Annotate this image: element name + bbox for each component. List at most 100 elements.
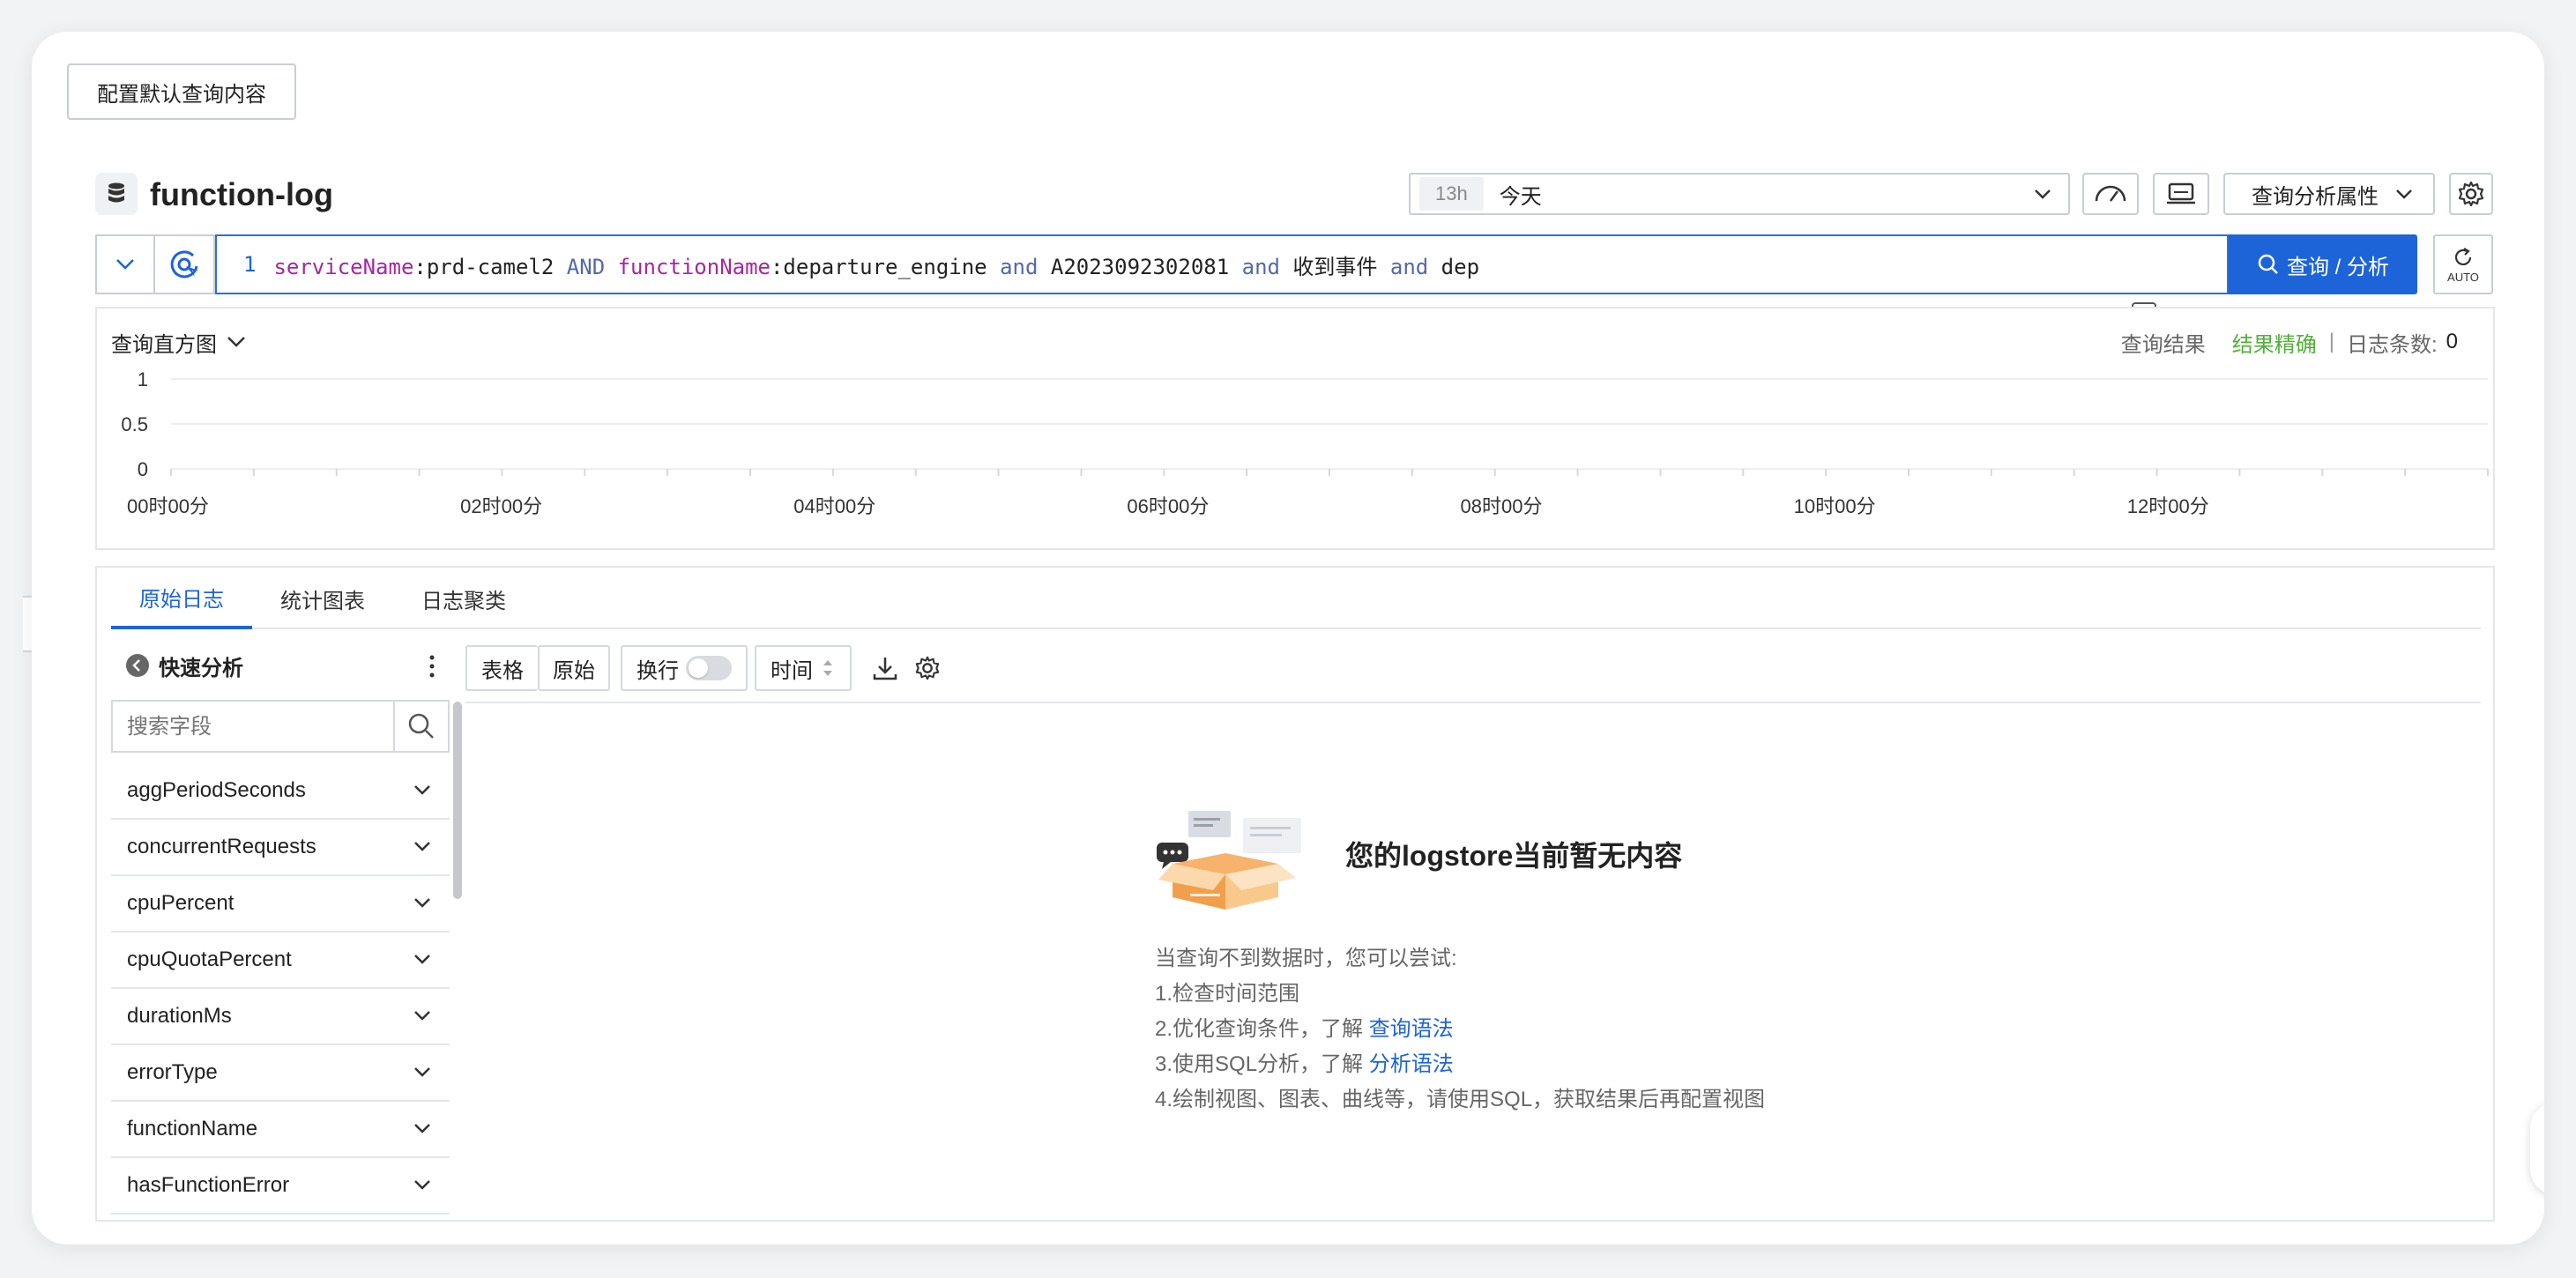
status-divider: | xyxy=(2328,330,2334,353)
download-button[interactable] xyxy=(869,652,901,684)
chevron-down-icon xyxy=(413,1008,432,1022)
search-icon xyxy=(2257,253,2280,276)
quick-analysis-header[interactable]: 快速分析 xyxy=(125,649,243,682)
query-token: and xyxy=(1000,254,1051,279)
chevron-down-icon xyxy=(226,335,247,349)
field-list-item[interactable]: cpuQuotaPercent xyxy=(111,932,450,989)
search-analyze-label: 查询 / 分析 xyxy=(2286,255,2389,279)
field-list-item[interactable]: hasFunctionError xyxy=(111,1158,450,1215)
chevron-down-icon xyxy=(413,1065,432,1079)
chevron-down-icon xyxy=(2033,187,2052,201)
tab-bar: 原始日志 统计图表 日志聚类 xyxy=(111,568,2481,629)
line-wrap-toggle[interactable]: 换行 xyxy=(621,645,748,691)
query-syntax-link[interactable]: 查询语法 xyxy=(1369,1017,1454,1041)
status-label: 查询结果 xyxy=(2120,332,2206,357)
empty-state-tips: 当查询不到数据时，您可以尝试: 1.检查时间范围 2.优化查询条件，了解 查询语… xyxy=(1155,941,1948,1118)
chevron-down-icon xyxy=(115,257,136,271)
floating-assistant-button[interactable] xyxy=(2530,1102,2544,1195)
empty-box-illustration-icon xyxy=(1155,809,1305,911)
time-sort-button[interactable]: 时间 xyxy=(755,645,852,691)
histogram-status: 查询结果 结果精确 | 日志条数: 0 xyxy=(2121,326,2458,358)
query-token: serviceName xyxy=(273,254,414,279)
query-line-number: 1 xyxy=(243,252,257,277)
field-search-button[interactable] xyxy=(393,702,448,751)
field-name: aggPeriodSeconds xyxy=(127,778,306,802)
query-history-toggle[interactable] xyxy=(95,234,153,294)
tip-intro: 当查询不到数据时，您可以尝试: xyxy=(1155,947,1457,970)
view-table-button[interactable]: 表格 xyxy=(465,645,538,691)
logstore-icon xyxy=(95,173,138,215)
chevron-down-icon xyxy=(413,952,432,966)
time-range-label: 今天 xyxy=(1499,184,1542,209)
field-list-item[interactable]: aggPeriodSeconds xyxy=(111,763,450,820)
x-tick-label: 02时00分 xyxy=(460,495,542,517)
log-settings-button[interactable] xyxy=(912,652,943,684)
field-list-item[interactable]: concurrentRequests xyxy=(111,820,450,876)
query-text: serviceName:prd-camel2 AND functionName:… xyxy=(273,249,1479,280)
query-token: :prd-camel2 xyxy=(413,254,567,279)
config-default-query-button[interactable]: 配置默认查询内容 xyxy=(67,63,296,120)
histogram-chart: 1 0.5 0 00时00分 02时00分 04时00分 06时00分 08时00分 10时00… xyxy=(121,368,2489,517)
query-attributes-dropdown[interactable]: 查询分析属性 xyxy=(2223,173,2435,215)
y-tick-label: 0 xyxy=(138,458,148,480)
field-list-scrollbar[interactable] xyxy=(453,702,462,899)
field-name: cpuPercent xyxy=(127,891,235,915)
field-list-item[interactable]: cpuPercent xyxy=(111,876,450,932)
time-range-badge: 13h xyxy=(1419,177,1484,211)
log-count-value: 0 xyxy=(2446,330,2458,353)
toggle-switch[interactable] xyxy=(686,656,732,680)
query-editor[interactable]: 1 serviceName:prd-camel2 AND functionNam… xyxy=(215,234,2229,329)
time-range-picker[interactable]: 13h 今天 xyxy=(1409,173,2070,215)
app-window: 配置默认查询内容 function-log 13h 今天 查询分析属性 1 se… xyxy=(32,32,2544,1245)
tab-log-clustering[interactable]: 日志聚类 xyxy=(393,568,534,629)
quick-analysis-more-button[interactable] xyxy=(421,650,443,682)
dashboard-button[interactable] xyxy=(2153,173,2209,215)
empty-state: 您的logstore当前暂无内容 当查询不到数据时，您可以尝试: 1.检查时间范… xyxy=(1155,809,1948,1179)
log-panel: 原始日志 统计图表 日志聚类 快速分析 aggPeriod xyxy=(95,566,2495,1222)
field-list-item[interactable]: durationMs xyxy=(111,989,450,1045)
query-token: functionName xyxy=(617,254,771,279)
quick-analysis-title: 快速分析 xyxy=(159,656,243,680)
histogram-title-toggle[interactable]: 查询直方图 xyxy=(111,326,247,358)
chevron-down-icon xyxy=(413,895,432,910)
query-assist-button[interactable] xyxy=(153,234,215,294)
query-token: A2023092302081 xyxy=(1050,254,1242,279)
query-token: :departure_engine xyxy=(770,254,1001,279)
histogram-title: 查询直方图 xyxy=(111,332,217,357)
monitor-icon xyxy=(2165,182,2197,206)
auto-refresh-button[interactable]: AUTO xyxy=(2433,234,2493,294)
tip-2: 2.优化查询条件，了解 查询语法 xyxy=(1155,1017,1454,1041)
time-sort-label: 时间 xyxy=(771,658,813,683)
gear-icon xyxy=(2457,180,2485,208)
field-list-item[interactable]: errorType xyxy=(111,1045,450,1102)
field-name: hasFunctionError xyxy=(127,1173,290,1197)
search-analyze-button[interactable]: 查询 / 分析 xyxy=(2229,234,2417,294)
chevron-down-icon xyxy=(413,839,432,853)
y-tick-label: 0.5 xyxy=(121,413,148,435)
refresh-speed-button[interactable] xyxy=(2082,173,2139,215)
histogram-panel: 查询直方图 查询结果 结果精确 | 日志条数: 0 1 0.5 0 00时00分 02时… xyxy=(95,307,2495,550)
field-search-input[interactable] xyxy=(113,702,393,753)
gauge-icon xyxy=(2093,183,2128,204)
tip-4: 4.绘制视图、图表、曲线等，请使用SQL，获取结果后再配置视图 xyxy=(1155,1088,1766,1111)
query-token: and xyxy=(1389,254,1441,279)
download-icon xyxy=(872,655,898,681)
view-raw-button[interactable]: 原始 xyxy=(538,645,610,691)
chevron-down-icon xyxy=(413,783,432,797)
x-tick-label: 10时00分 xyxy=(1794,495,1876,517)
query-token: AND xyxy=(566,254,618,279)
field-name: cpuQuotaPercent xyxy=(127,947,292,971)
field-list-item[interactable]: functionName xyxy=(111,1102,450,1158)
empty-state-title: 您的logstore当前暂无内容 xyxy=(1345,840,1683,872)
query-token: 收到事件 xyxy=(1292,254,1390,279)
analysis-syntax-link[interactable]: 分析语法 xyxy=(1369,1052,1454,1076)
field-name: errorType xyxy=(127,1060,218,1084)
y-tick-label: 1 xyxy=(138,368,148,390)
settings-button[interactable] xyxy=(2449,173,2493,215)
tab-raw-logs[interactable]: 原始日志 xyxy=(111,568,252,629)
query-token: dep xyxy=(1441,254,1480,279)
tab-statistics-chart[interactable]: 统计图表 xyxy=(252,568,393,629)
chevron-down-icon xyxy=(2394,187,2414,201)
field-name: durationMs xyxy=(127,1004,232,1028)
chevron-down-icon xyxy=(413,1178,432,1192)
